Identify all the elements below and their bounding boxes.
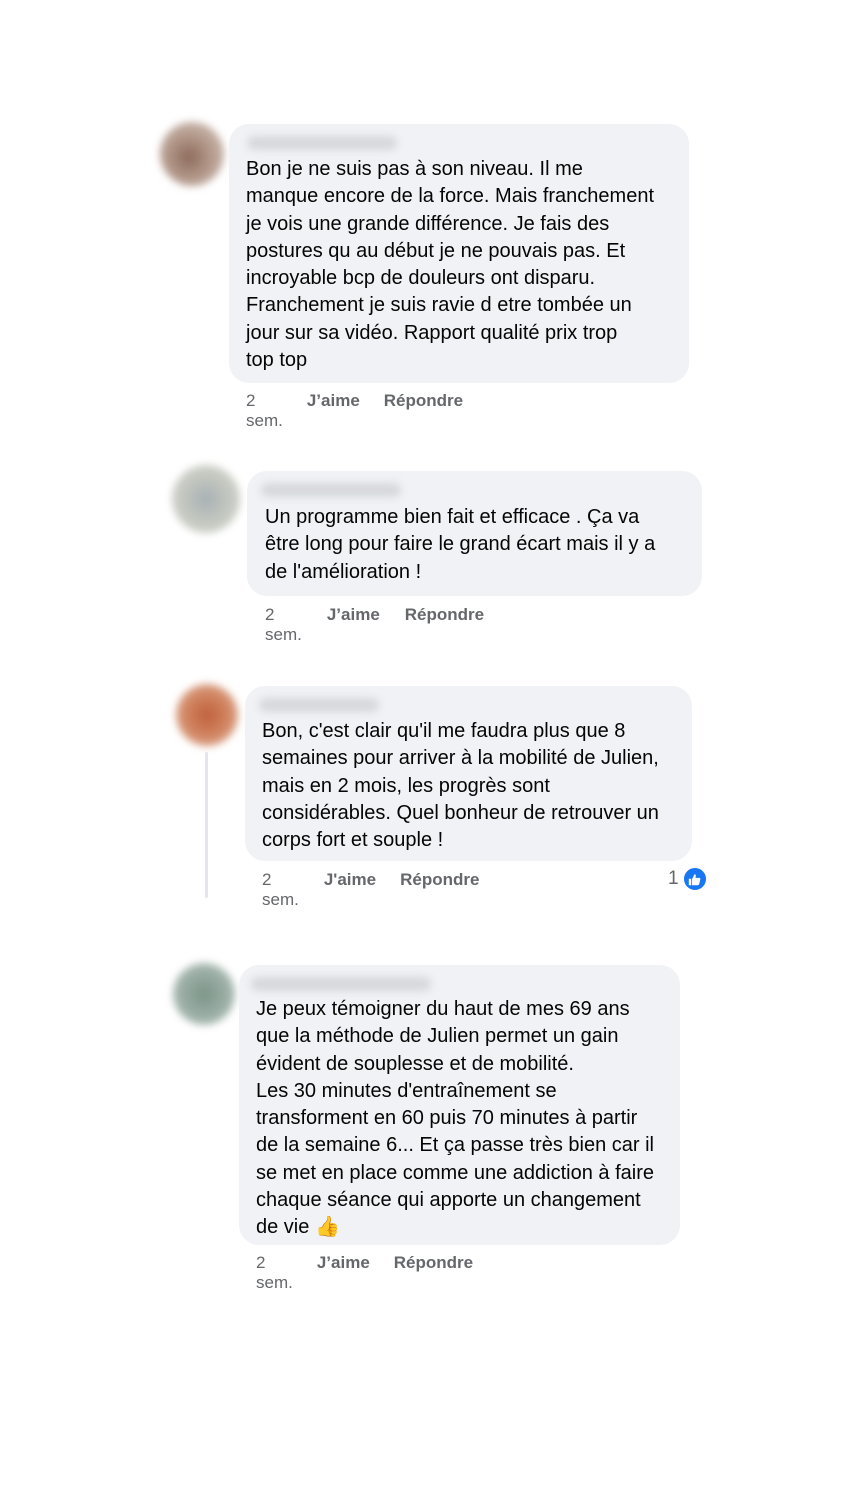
- like-reaction-icon: [681, 866, 708, 892]
- like-button[interactable]: J’aime: [327, 605, 380, 645]
- author-name[interactable]: [261, 483, 401, 497]
- avatar[interactable]: [173, 963, 235, 1025]
- timestamp[interactable]: 2 sem.: [262, 870, 299, 910]
- author-name[interactable]: [247, 136, 397, 150]
- avatar[interactable]: [160, 122, 224, 186]
- comment-actions: 2 sem. J’aime Répondre: [256, 1253, 473, 1293]
- timestamp[interactable]: 2 sem.: [246, 391, 283, 431]
- like-button[interactable]: J’aime: [307, 391, 360, 431]
- timestamp[interactable]: 2 sem.: [265, 605, 302, 645]
- reaction-summary[interactable]: 1: [668, 866, 708, 892]
- thread-line: [205, 752, 208, 898]
- comment-actions: 2 sem. J’aime Répondre: [265, 605, 484, 645]
- reaction-count: 1: [668, 868, 679, 889]
- reply-button[interactable]: Répondre: [405, 605, 484, 645]
- comment-actions: 2 sem. J’aime Répondre: [246, 391, 463, 431]
- like-button[interactable]: J’aime: [317, 1253, 370, 1293]
- thumbs-up-emoji: 👍: [314, 1216, 340, 1239]
- avatar[interactable]: [172, 465, 240, 533]
- comment-text: Je peux témoigner du haut de mes 69 ans …: [256, 996, 686, 1242]
- reply-button[interactable]: Répondre: [384, 391, 463, 431]
- comment-text: Un programme bien fait et efficace . Ça …: [265, 506, 656, 583]
- reply-button[interactable]: Répondre: [400, 870, 479, 910]
- timestamp[interactable]: 2 sem.: [256, 1253, 293, 1293]
- comment-actions: 2 sem. J'aime Répondre: [262, 870, 479, 910]
- author-name[interactable]: [251, 977, 431, 991]
- reply-button[interactable]: Répondre: [394, 1253, 473, 1293]
- avatar[interactable]: [176, 684, 238, 746]
- comment-body: Je peux témoigner du haut de mes 69 ans …: [256, 998, 654, 1239]
- comment-text: Bon je ne suis pas à son niveau. Il me m…: [246, 158, 654, 372]
- comment-text: Bon, c'est clair qu'il me faudra plus qu…: [262, 720, 659, 852]
- like-button[interactable]: J'aime: [324, 870, 376, 910]
- author-name[interactable]: [259, 698, 379, 712]
